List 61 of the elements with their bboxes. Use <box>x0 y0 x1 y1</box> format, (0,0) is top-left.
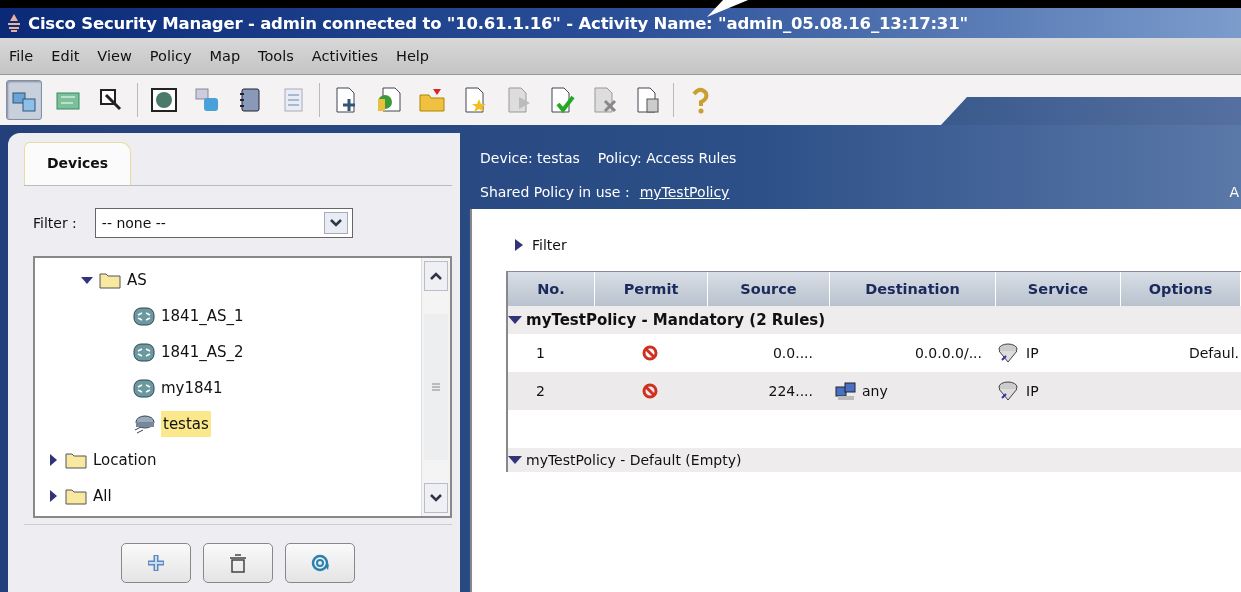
service-icon <box>996 380 1020 402</box>
switch-icon <box>133 413 157 435</box>
collapse-arrow-icon[interactable] <box>508 315 522 325</box>
group-header[interactable]: myTestPolicy - Mandatory (2 Rules) <box>508 306 1241 334</box>
scroll-down-icon[interactable] <box>424 483 448 513</box>
shared-policy-link[interactable]: myTestPolicy <box>639 184 730 200</box>
table-cell-text: 1 <box>535 345 546 361</box>
app-icon <box>6 13 22 33</box>
folder-icon <box>65 450 87 470</box>
menu-item[interactable]: Activities <box>304 46 385 66</box>
policy-label: Policy: Access Rules <box>597 150 737 166</box>
shared-policy-label: Shared Policy in use : <box>480 184 630 200</box>
table-cell-text: 224.... <box>767 383 814 399</box>
tree-item[interactable]: Location <box>91 447 159 473</box>
collapse-arrow-icon[interactable] <box>508 455 522 465</box>
menu-item[interactable]: Help <box>389 46 437 66</box>
trash-button[interactable] <box>203 543 273 583</box>
menu-item[interactable]: View <box>90 46 139 66</box>
tree-item[interactable]: All <box>91 483 114 509</box>
service-icon <box>996 342 1020 364</box>
scroll-thumb[interactable] <box>424 314 448 460</box>
table-cell-text: 0.0.... <box>771 345 814 361</box>
refresh-button[interactable] <box>285 543 355 583</box>
menu-item[interactable]: File <box>2 46 41 66</box>
menu-item[interactable]: Edit <box>44 46 87 66</box>
menu-item[interactable]: Map <box>202 46 248 66</box>
filter-expander[interactable]: Filter <box>506 237 594 253</box>
network-icon <box>835 381 856 401</box>
tree-item[interactable]: AS <box>125 267 149 293</box>
menu-item[interactable]: Policy <box>142 46 199 66</box>
table-cell: any <box>862 383 888 399</box>
add-button[interactable] <box>121 543 191 583</box>
window-title: Cisco Security Manager - admin connected to "10.61.1.16" - Activity Name: "admin_05.08.16_13:17:31" <box>28 13 968 33</box>
devices-icon[interactable] <box>6 80 42 120</box>
filter-label: Filter : <box>33 215 77 231</box>
tree-item[interactable]: my1841 <box>159 375 225 401</box>
table-cell: IP <box>1026 383 1039 399</box>
table-cell: Defaul. <box>1188 345 1239 361</box>
folder-icon <box>99 270 121 290</box>
devices-tab[interactable]: Devices <box>24 142 132 185</box>
filter-dropdown[interactable]: -- none -- <box>94 208 353 238</box>
table-cell: 0.0.0.0/... <box>914 345 982 361</box>
router-icon <box>133 377 155 399</box>
refresh-icon <box>310 553 330 573</box>
header-text: A <box>1229 184 1240 200</box>
table-cell: IP <box>1026 345 1039 361</box>
scroll-up-icon[interactable] <box>424 261 448 291</box>
scrollbar[interactable] <box>421 258 450 516</box>
device-label: Device: testas <box>480 150 580 166</box>
expand-arrow-icon[interactable] <box>514 238 524 252</box>
table-cell-text: 2 <box>535 383 546 399</box>
menu-item[interactable]: Tools <box>251 46 301 66</box>
trash-icon <box>228 553 248 573</box>
add-icon <box>146 553 166 573</box>
tree-item[interactable]: testas <box>161 411 211 437</box>
folder-icon <box>65 486 87 506</box>
router-icon <box>133 305 155 327</box>
router-icon <box>133 341 155 363</box>
tree-item[interactable]: 1841_AS_1 <box>159 303 246 329</box>
tree-item[interactable]: 1841_AS_2 <box>159 339 246 365</box>
group-header[interactable]: myTestPolicy - Default (Empty) <box>508 448 1241 472</box>
